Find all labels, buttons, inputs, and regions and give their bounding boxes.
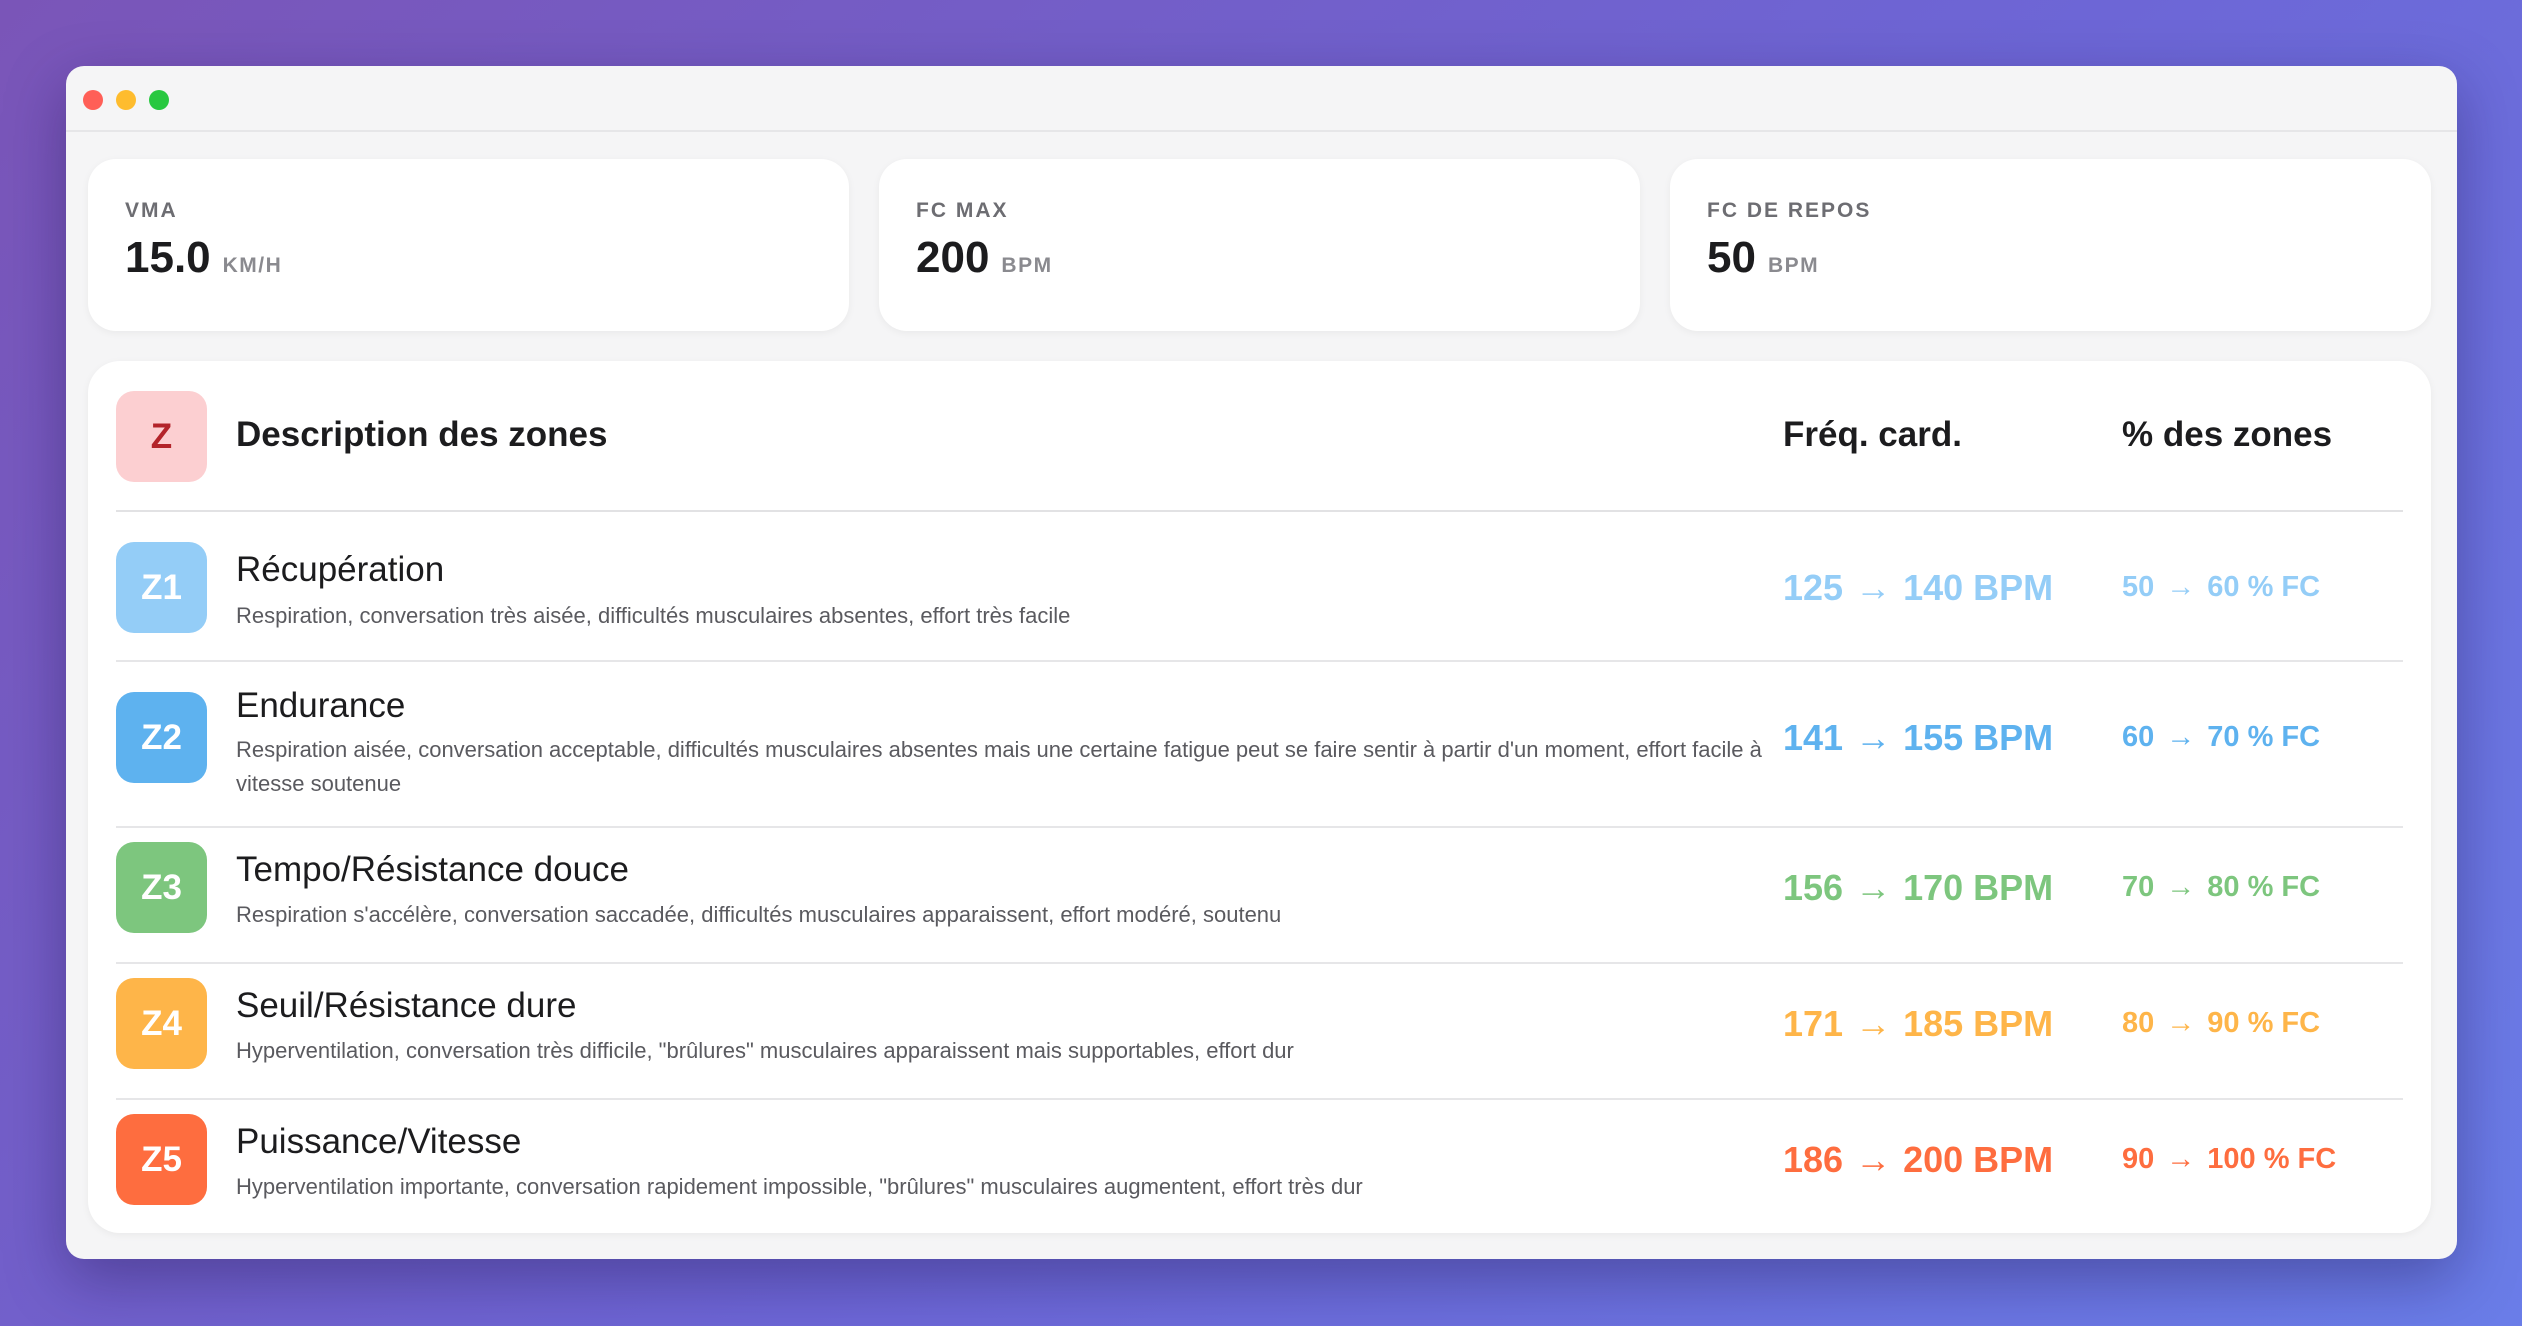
stats-row: VMA 15.0 KM/H FC MAX 200 BPM FC DE REPOS… (88, 159, 2431, 331)
stat-label: FC MAX (916, 199, 1009, 222)
zone-name: Récupération (236, 550, 445, 589)
pct-max: 100 % FC (2207, 1143, 2337, 1175)
zones-table-title: Description des zones (236, 415, 608, 454)
zone-heart-rate-range: 141 → 155 BPM (1783, 717, 2053, 759)
hr-min: 171 (1783, 1003, 1844, 1044)
zoom-window-button[interactable] (149, 90, 169, 110)
stat-unit: KM/H (222, 254, 283, 277)
pct-max: 90 % FC (2207, 1007, 2321, 1039)
pct-min: 50 (2122, 571, 2155, 603)
arrow-right-icon: → (1855, 1003, 1892, 1044)
zone-badge: Z3 (116, 842, 207, 933)
hr-max: 170 BPM (1903, 867, 2054, 908)
stat-card-fc-max: FC MAX 200 BPM (879, 159, 1640, 331)
zone-name: Puissance/Vitesse (236, 1122, 522, 1161)
hr-max: 155 BPM (1903, 717, 2054, 758)
stat-value: 50 (1707, 233, 1756, 282)
zone-badge: Z2 (116, 692, 207, 783)
arrow-right-icon: → (1855, 567, 1892, 608)
pct-max: 70 % FC (2207, 721, 2321, 753)
zone-name: Endurance (236, 686, 406, 725)
zone-heart-rate-range: 125 → 140 BPM (1783, 567, 2053, 609)
zone-percent-range: 70 → 80 % FC (2122, 871, 2320, 904)
zone-row-z3: Z3 Tempo/Résistance douce Respiration s'… (116, 828, 2403, 964)
pct-min: 90 (2122, 1143, 2155, 1175)
zones-table: Z Description des zones Fréq. card. % de… (88, 361, 2431, 1233)
hr-max: 200 BPM (1903, 1139, 2054, 1180)
zone-row-z5: Z5 Puissance/Vitesse Hyperventilation im… (116, 1100, 2403, 1233)
stat-unit: BPM (1001, 254, 1053, 277)
hr-min: 141 (1783, 717, 1844, 758)
stat-card-vma: VMA 15.0 KM/H (88, 159, 849, 331)
close-window-button[interactable] (83, 90, 103, 110)
hr-min: 186 (1783, 1139, 1844, 1180)
stat-value: 15.0 (125, 233, 211, 282)
pct-max: 60 % FC (2207, 571, 2321, 603)
zone-description: Hyperventilation, conversation très diff… (236, 1038, 1294, 1063)
hr-min: 156 (1783, 867, 1844, 908)
hr-max: 185 BPM (1903, 1003, 2054, 1044)
arrow-right-icon: → (2166, 1007, 2196, 1039)
zone-heart-rate-range: 186 → 200 BPM (1783, 1139, 2053, 1181)
column-header-heart-rate: Fréq. card. (1783, 415, 1962, 454)
zone-row-z1: Z1 Récupération Respiration, conversatio… (116, 512, 2403, 662)
zone-badge: Z5 (116, 1114, 207, 1205)
column-header-percent: % des zones (2122, 415, 2333, 454)
zones-table-header: Z Description des zones Fréq. card. % de… (116, 361, 2403, 512)
title-bar (66, 66, 2457, 132)
zone-description: Respiration s'accélère, conversation sac… (236, 902, 1282, 927)
zone-percent-range: 50 → 60 % FC (2122, 571, 2320, 604)
zone-badge: Z1 (116, 542, 207, 633)
zone-row-z4: Z4 Seuil/Résistance dure Hyperventilatio… (116, 964, 2403, 1100)
pct-min: 80 (2122, 1007, 2155, 1039)
minimize-window-button[interactable] (116, 90, 136, 110)
hr-min: 125 (1783, 567, 1844, 608)
zone-percent-range: 80 → 90 % FC (2122, 1007, 2320, 1040)
stat-value: 200 (916, 233, 990, 282)
pct-min: 60 (2122, 721, 2155, 753)
hr-max: 140 BPM (1903, 567, 2054, 608)
zone-row-z2: Z2 Endurance Respiration aisée, conversa… (116, 662, 2403, 828)
pct-min: 70 (2122, 871, 2155, 903)
arrow-right-icon: → (2166, 871, 2196, 903)
arrow-right-icon: → (1855, 1139, 1892, 1180)
stat-card-fc-repos: FC DE REPOS 50 BPM (1670, 159, 2431, 331)
arrow-right-icon: → (2166, 1143, 2196, 1175)
stat-label: FC DE REPOS (1707, 199, 1872, 222)
zone-name: Tempo/Résistance douce (236, 850, 629, 889)
arrow-right-icon: → (1855, 717, 1892, 758)
zone-description: Hyperventilation importante, conversatio… (236, 1174, 1363, 1199)
zone-name: Seuil/Résistance dure (236, 986, 577, 1025)
arrow-right-icon: → (2166, 721, 2196, 753)
arrow-right-icon: → (1855, 867, 1892, 908)
zone-heart-rate-range: 171 → 185 BPM (1783, 1003, 2053, 1045)
arrow-right-icon: → (2166, 571, 2196, 603)
pct-max: 80 % FC (2207, 871, 2321, 903)
zone-heart-rate-range: 156 → 170 BPM (1783, 867, 2053, 909)
zone-description: Respiration, conversation très aisée, di… (236, 603, 1071, 628)
zone-percent-range: 60 → 70 % FC (2122, 721, 2320, 754)
stat-unit: BPM (1767, 254, 1820, 277)
stat-label: VMA (125, 199, 178, 222)
app-window: VMA 15.0 KM/H FC MAX 200 BPM FC DE REPOS… (66, 66, 2457, 1259)
zone-header-badge: Z (116, 391, 207, 482)
zone-badge: Z4 (116, 978, 207, 1069)
zone-description: Respiration aisée, conversation acceptab… (236, 737, 1762, 796)
zone-percent-range: 90 → 100 % FC (2122, 1143, 2336, 1176)
